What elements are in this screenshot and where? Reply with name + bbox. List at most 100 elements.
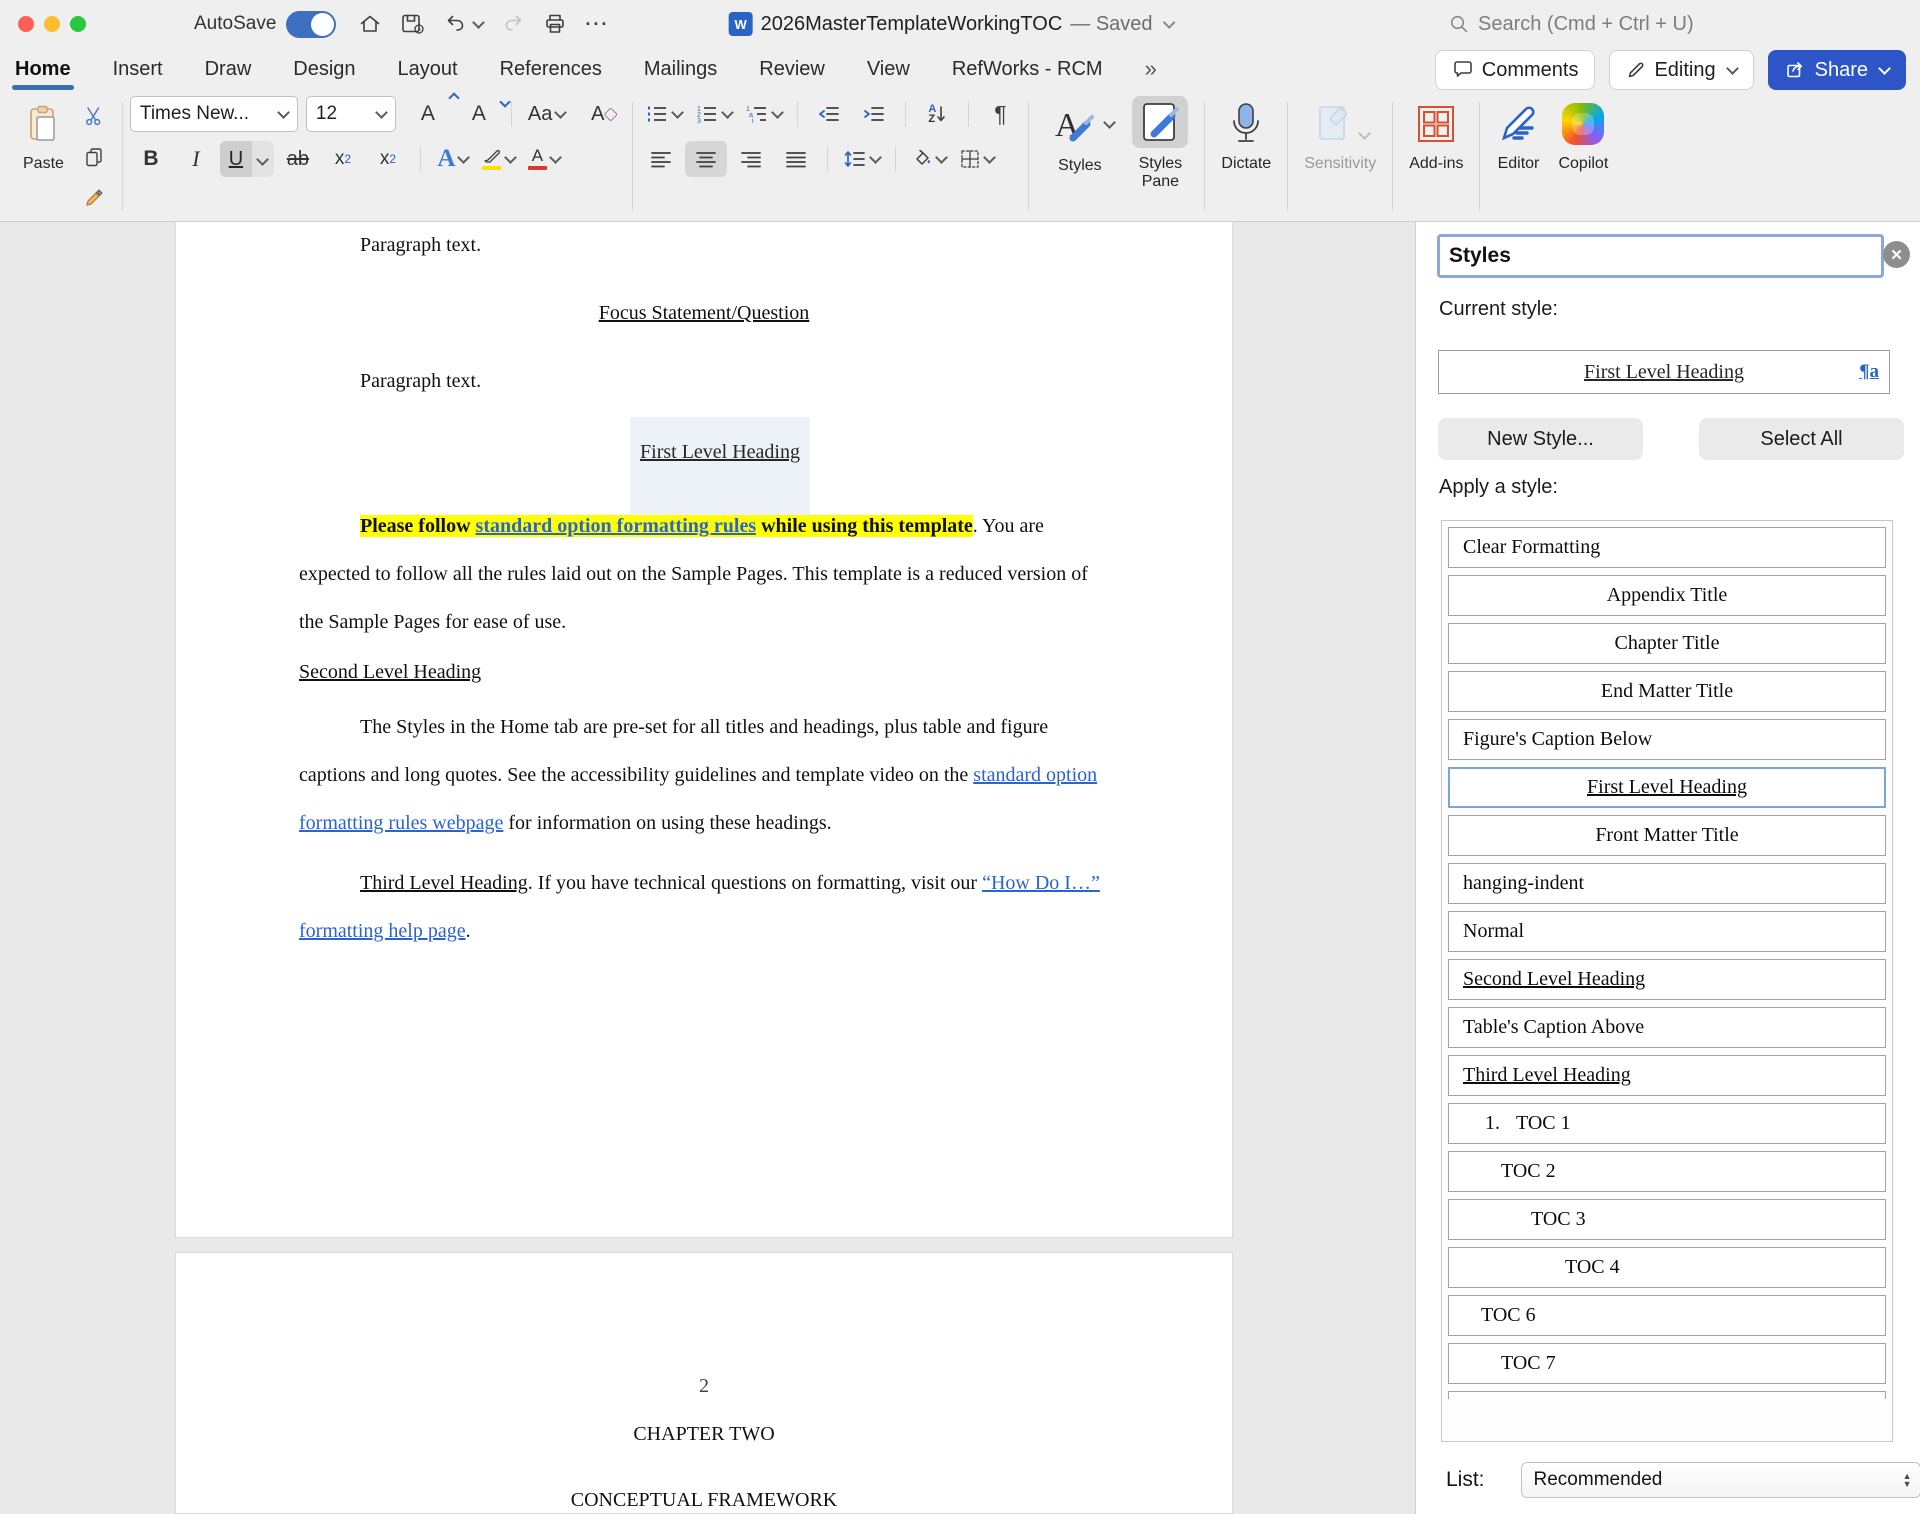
close-pane-icon[interactable]: ✕	[1883, 241, 1910, 268]
style-item[interactable]: TOC 6	[1448, 1295, 1886, 1336]
third-level-paragraph[interactable]: Third Level Heading. If you have technic…	[299, 859, 1117, 955]
style-item[interactable]: Clear Formatting	[1448, 527, 1886, 568]
borders-button[interactable]	[954, 141, 999, 177]
editing-mode-button[interactable]: Editing	[1609, 50, 1753, 90]
shrink-font-button[interactable]: A	[458, 96, 500, 132]
document-canvas[interactable]: Paragraph text. Focus Statement/Question…	[0, 222, 1416, 1514]
font-color-button[interactable]: A	[523, 141, 565, 177]
align-left-button[interactable]	[640, 141, 682, 177]
minimize-window-button[interactable]	[44, 16, 60, 32]
editor-button[interactable]: Editor	[1487, 96, 1549, 173]
style-item[interactable]: Front Matter Title	[1448, 815, 1886, 856]
style-item[interactable]: Third Level Heading	[1448, 1055, 1886, 1096]
chapter-title[interactable]: CONCEPTUAL FRAMEWORK	[276, 1487, 1132, 1513]
styles-pane-search-input[interactable]: Styles	[1437, 234, 1884, 278]
style-item[interactable]: TOC 4	[1448, 1247, 1886, 1288]
paragraph-text-2[interactable]: Paragraph text.	[299, 368, 1117, 394]
format-painter-button[interactable]	[73, 180, 115, 216]
decrease-indent-button[interactable]	[808, 96, 850, 132]
tab-home[interactable]: Home	[15, 58, 71, 81]
tab-overflow-icon[interactable]: »	[1145, 56, 1157, 82]
font-size-select[interactable]: 12	[306, 96, 396, 132]
current-style-box[interactable]: First Level Heading ¶a	[1438, 350, 1890, 394]
tab-mailings[interactable]: Mailings	[644, 58, 717, 81]
style-item[interactable]: TOC 7	[1448, 1343, 1886, 1384]
style-item[interactable]: Table's Caption Above	[1448, 1007, 1886, 1048]
formatting-rules-link[interactable]: standard option formatting rules	[476, 515, 757, 537]
align-right-button[interactable]	[730, 141, 772, 177]
sort-button[interactable]: AZ	[916, 96, 958, 132]
highlight-color-button[interactable]	[477, 141, 520, 177]
stepper-icon[interactable]: ▲▼	[1903, 1472, 1912, 1488]
search-input[interactable]: Search (Cmd + Ctrl + U)	[1448, 0, 1694, 48]
chapter-heading[interactable]: CHAPTER TWO	[276, 1421, 1132, 1447]
italic-button[interactable]: I	[175, 141, 217, 177]
grow-font-button[interactable]: A	[407, 96, 449, 132]
tab-view[interactable]: View	[867, 58, 910, 81]
subscript-button[interactable]: x2	[322, 141, 364, 177]
second-level-heading[interactable]: Second Level Heading	[299, 659, 1117, 685]
style-item[interactable]: Second Level Heading	[1448, 959, 1886, 1000]
cut-button[interactable]	[73, 98, 115, 134]
style-item[interactable]: Figure's Caption Below	[1448, 719, 1886, 760]
zoom-window-button[interactable]	[70, 16, 86, 32]
superscript-button[interactable]: x2	[367, 141, 409, 177]
style-item[interactable]: TOC 2	[1448, 1151, 1886, 1192]
tab-design[interactable]: Design	[293, 58, 355, 81]
bullet-list-button[interactable]	[640, 96, 687, 132]
document-page-2[interactable]: 2 CHAPTER TWO CONCEPTUAL FRAMEWORK	[175, 1252, 1233, 1514]
shading-button[interactable]	[906, 141, 951, 177]
new-style-button[interactable]: New Style...	[1438, 418, 1643, 460]
sensitivity-button[interactable]: Sensitivity	[1295, 96, 1385, 173]
style-item[interactable]: 1.TOC 1	[1448, 1103, 1886, 1144]
style-item-partial[interactable]	[1448, 1391, 1886, 1399]
bold-button[interactable]: B	[130, 141, 172, 177]
style-item[interactable]: First Level Heading	[1448, 767, 1886, 808]
style-item[interactable]: Chapter Title	[1448, 623, 1886, 664]
save-icon[interactable]	[400, 12, 426, 36]
styles-info-paragraph[interactable]: The Styles in the Home tab are pre-set f…	[299, 703, 1117, 847]
dictate-button[interactable]: Dictate	[1212, 96, 1280, 173]
document-page-1[interactable]: Paragraph text. Focus Statement/Question…	[175, 222, 1233, 1238]
underline-chevron-icon[interactable]	[252, 141, 274, 177]
style-item[interactable]: TOC 3	[1448, 1199, 1886, 1240]
redo-button[interactable]	[501, 12, 525, 36]
multilevel-list-button[interactable]: 1ai	[740, 96, 787, 132]
list-filter-select[interactable]: Recommended ▲▼	[1521, 1462, 1920, 1498]
select-all-button[interactable]: Select All	[1699, 418, 1904, 460]
undo-dropdown-chevron-icon[interactable]	[473, 16, 486, 29]
style-item[interactable]: Normal	[1448, 911, 1886, 952]
justify-button[interactable]	[775, 141, 817, 177]
copy-button[interactable]	[73, 139, 115, 175]
first-level-heading[interactable]: First Level Heading	[630, 441, 810, 464]
tab-draw[interactable]: Draw	[205, 58, 252, 81]
text-effects-button[interactable]: A	[432, 141, 474, 177]
print-icon[interactable]	[543, 12, 567, 36]
style-item[interactable]: hanging-indent	[1448, 863, 1886, 904]
close-window-button[interactable]	[18, 16, 34, 32]
font-name-select[interactable]: Times New...	[130, 96, 298, 132]
undo-button[interactable]	[444, 12, 483, 36]
tab-layout[interactable]: Layout	[398, 58, 458, 81]
home-icon[interactable]	[358, 12, 382, 36]
paragraph-text-1[interactable]: Paragraph text.	[299, 232, 1117, 258]
styles-list[interactable]: Clear Formatting Appendix Title Chapter Ti…	[1441, 520, 1893, 1442]
copilot-button[interactable]: Copilot	[1549, 96, 1617, 173]
autosave-toggle[interactable]	[286, 11, 336, 38]
paste-button[interactable]: Paste	[14, 96, 73, 173]
style-item[interactable]: End Matter Title	[1448, 671, 1886, 712]
template-notice-paragraph[interactable]: Please follow standard option formatting…	[299, 502, 1117, 646]
change-case-button[interactable]: Aa	[523, 96, 570, 132]
tab-refworks[interactable]: RefWorks - RCM	[952, 58, 1103, 81]
styles-pane-button[interactable]: StylesPane	[1123, 96, 1197, 191]
clear-formatting-button[interactable]: A▢	[583, 96, 625, 132]
tab-review[interactable]: Review	[759, 58, 825, 81]
share-button[interactable]: Share	[1768, 50, 1906, 90]
tab-references[interactable]: References	[500, 58, 602, 81]
more-commands-icon[interactable]: ···	[585, 14, 609, 35]
tab-insert[interactable]: Insert	[113, 58, 163, 81]
style-item[interactable]: Appendix Title	[1448, 575, 1886, 616]
increase-indent-button[interactable]	[853, 96, 895, 132]
title-dropdown-chevron-icon[interactable]	[1163, 16, 1176, 29]
underline-button[interactable]: U	[220, 141, 274, 177]
